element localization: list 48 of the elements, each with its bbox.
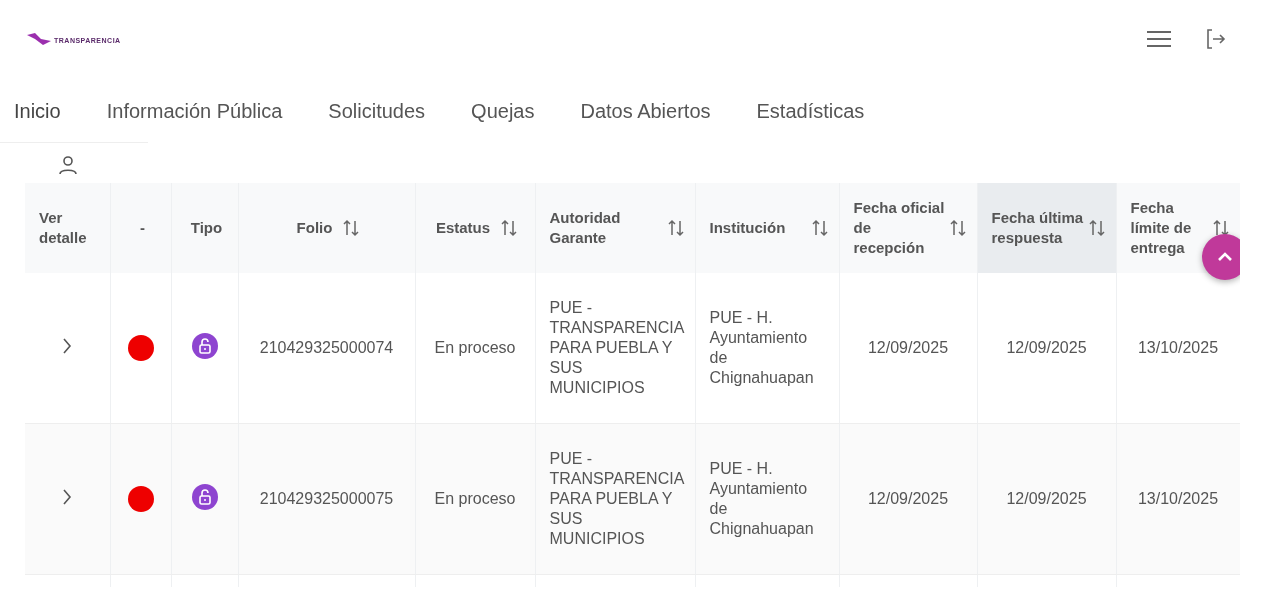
unlocked-padlock-icon (191, 483, 218, 510)
menu-button[interactable] (1146, 30, 1172, 48)
logout-button[interactable] (1204, 27, 1228, 51)
table-cell: 12/09/2025 (977, 423, 1116, 575)
user-icon[interactable] (58, 155, 78, 175)
chevron-right-icon[interactable] (62, 487, 73, 506)
table-cell: 210429325000075 (238, 423, 415, 575)
chevron-right-icon[interactable] (62, 336, 73, 355)
table-cell: 13/10/2025 (1116, 423, 1240, 575)
sort-icon[interactable] (948, 219, 967, 237)
nav-tab[interactable]: Datos Abiertos (580, 100, 711, 142)
unlocked-padlock-icon (191, 332, 218, 359)
menu-icon (1146, 30, 1172, 48)
scroll-top-button[interactable] (1202, 234, 1240, 280)
logout-icon (1204, 27, 1228, 51)
column-label: Fecha última respuesta (991, 208, 1084, 248)
table-cell: En proceso (415, 423, 535, 575)
nav-tab[interactable]: Quejas (471, 100, 535, 142)
table-cell: 12/09/2025 (839, 273, 977, 424)
sort-icon[interactable] (500, 219, 519, 237)
column-label: - (140, 218, 145, 238)
column-label: Tipo (190, 218, 223, 238)
table-cell: PUE - H. Ayuntamiento de Chignahuapan (695, 273, 839, 424)
nav-tab[interactable]: Solicitudes (328, 100, 426, 142)
logo-icon (27, 33, 51, 45)
column-label: Autoridad Garante (549, 208, 622, 248)
sort-icon[interactable] (1211, 219, 1230, 237)
nav-tab[interactable]: Inicio (14, 100, 61, 142)
column-label: Institución (709, 218, 786, 238)
nav-tab[interactable]: Estadísticas (756, 100, 865, 142)
column-label: Estatus (435, 218, 491, 238)
sort-icon[interactable] (1087, 219, 1106, 237)
table-cell: PUE - TRANSPARENCIA PARA PUEBLA Y SUS MUNICIPIOS (535, 423, 695, 575)
sort-icon[interactable] (810, 219, 829, 237)
sort-icon[interactable] (666, 219, 685, 237)
nav-tab[interactable]: Información Pública (106, 100, 283, 142)
chevron-up-icon (1217, 252, 1233, 262)
table-cell: 12/09/2025 (839, 423, 977, 575)
column-label: Fecha límite de entrega (1130, 198, 1193, 258)
column-label: Folio (296, 218, 333, 238)
table-cell: PUE - H. Ayuntamiento de Chignahuapan (695, 423, 839, 575)
table-cell: PUE - TRANSPARENCIA PARA PUEBLA Y SUS MUNICIPIOS (535, 273, 695, 424)
table-cell: 12/09/2025 (977, 273, 1116, 424)
table-cell: En proceso (415, 273, 535, 424)
table-cell: 210429325000074 (238, 273, 415, 424)
sort-icon[interactable] (342, 219, 361, 237)
column-label: Fecha oficial de recepción (853, 198, 945, 258)
column-label: Ver detalle (39, 208, 88, 248)
